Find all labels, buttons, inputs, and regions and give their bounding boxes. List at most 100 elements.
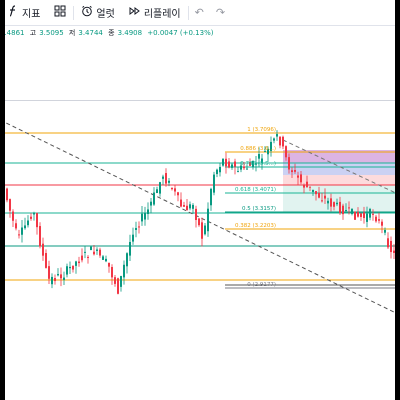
candle-body (54, 278, 56, 282)
candle-body (129, 241, 131, 256)
candle-body (351, 208, 353, 214)
candle-body (168, 180, 170, 183)
candle-body (15, 223, 17, 229)
candle-body (225, 158, 227, 167)
candle-body (237, 171, 239, 173)
candle-body (384, 230, 386, 233)
low-label: 저 (68, 29, 76, 37)
candle-body (318, 192, 320, 198)
candle-body (180, 199, 182, 207)
candle-body (354, 211, 356, 220)
candle-body (366, 213, 368, 222)
candle-body (153, 192, 155, 205)
candle-body (186, 205, 188, 211)
candle-body (90, 246, 92, 251)
candle-body (222, 158, 224, 166)
candle-body (294, 169, 296, 172)
candle-body (30, 216, 32, 219)
candle-body (228, 161, 230, 168)
candle-body (69, 266, 71, 269)
undo-icon[interactable]: ↶ (189, 6, 210, 19)
left-frame-edge (0, 0, 5, 400)
candle-body (27, 220, 29, 226)
candle-body (390, 240, 392, 253)
candle-body (159, 182, 161, 194)
candle-body (114, 277, 116, 284)
alert-button[interactable]: 얼럿 (74, 0, 121, 25)
candle-body (24, 225, 26, 229)
chart-top-margin (0, 40, 400, 98)
candle-body (183, 205, 185, 207)
ohlc-legend: 3.4861 고 3.5095 저 3.4744 종 3.4908 +0.0047 (… (0, 26, 400, 40)
fib-level-label: 0.382 (3.2203) (235, 223, 276, 229)
candle-body (87, 256, 89, 258)
candle-body (195, 208, 197, 220)
candle-body (105, 258, 107, 262)
candle-body (6, 188, 8, 201)
candle-body (312, 189, 314, 192)
candle-body (201, 222, 203, 239)
candle-body (378, 219, 380, 221)
price-chart[interactable]: 1 (3.7096) 0.886 (3.6...) 0.786 (3.5...) 0.… (0, 98, 400, 400)
indicators-label: 지표 (22, 9, 41, 20)
candle-body (156, 189, 158, 194)
candle-body (18, 234, 20, 236)
candle-body (144, 212, 146, 220)
candle-body (345, 210, 347, 212)
candle-body (300, 174, 302, 183)
candle-body (48, 266, 50, 279)
layout-button[interactable] (47, 0, 73, 25)
candle-body (258, 154, 260, 159)
fib-level-label: 0.786 (3.5...) (240, 161, 276, 167)
candle-body (51, 276, 53, 285)
candle-body (348, 207, 350, 209)
candle-body (174, 188, 176, 192)
right-frame-edge (395, 0, 400, 400)
candle-body (132, 234, 134, 242)
candle-body (306, 181, 308, 188)
candle-body (99, 249, 101, 256)
chart-window: 지표 얼럿 리플레이 ↶ ↷ 3.4861 고 3.5095 저 3.4744 종3… (0, 0, 400, 400)
candle-body (135, 228, 137, 230)
candle-body (123, 264, 125, 278)
candle-body (231, 164, 233, 168)
high-value: 3.5095 (39, 29, 64, 37)
redo-icon[interactable]: ↷ (210, 6, 231, 19)
candle-body (219, 166, 221, 173)
candle-body (177, 192, 179, 196)
candle-body (216, 169, 218, 175)
candle-body (120, 276, 122, 287)
candle-body (387, 238, 389, 248)
close-value: 3.4908 (117, 29, 143, 37)
chart-top-border (0, 100, 400, 101)
candle-body (36, 213, 38, 228)
candle-body (339, 201, 341, 214)
change-value: +0.0047 (+0.13%) (147, 29, 214, 37)
indicators-button[interactable]: 지표 (0, 0, 47, 25)
candle-body (81, 255, 83, 261)
candle-body (111, 267, 113, 278)
trend-line-dashed (0, 119, 400, 316)
top-toolbar: 지표 얼럿 리플레이 ↶ ↷ (0, 0, 400, 26)
candle-body (84, 251, 86, 253)
candle-body (162, 176, 164, 179)
candle-body (189, 204, 191, 209)
candle-body (246, 168, 248, 170)
candle-body (9, 199, 11, 211)
layout-grid-icon (54, 5, 66, 20)
replay-button[interactable]: 리플레이 (122, 0, 188, 25)
candle-body (96, 249, 98, 251)
candle-body (375, 216, 377, 222)
candle-body (369, 208, 371, 218)
candle-body (315, 191, 317, 195)
fib-zone-green (283, 195, 400, 212)
candle-body (303, 185, 305, 188)
chart-canvas[interactable]: 1 (3.7096) 0.886 (3.6...) 0.786 (3.5...) 0.… (0, 98, 400, 400)
fib-level-label: 0.886 (3.6...) (240, 146, 276, 152)
candle-body (330, 198, 332, 207)
candle-body (279, 136, 281, 146)
candle-body (147, 209, 149, 215)
candle-body (141, 213, 143, 222)
alarm-clock-icon (81, 5, 93, 20)
candle-body (360, 213, 362, 217)
